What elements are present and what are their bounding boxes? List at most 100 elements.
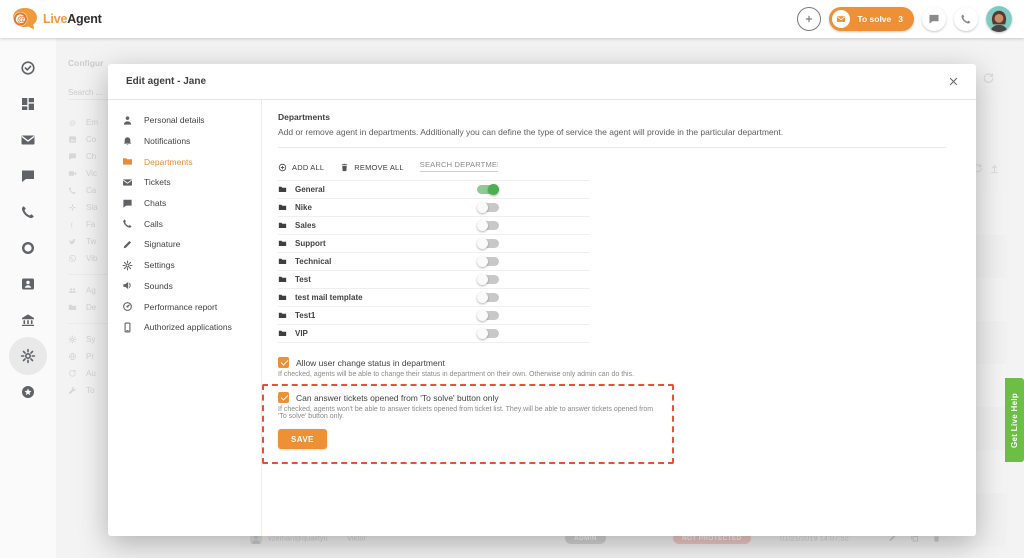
modal-menu-departments[interactable]: Departments xyxy=(108,151,261,172)
refresh-icon[interactable] xyxy=(982,72,995,85)
modal-menu-notifications[interactable]: Notifications xyxy=(108,131,261,152)
department-toggle[interactable] xyxy=(477,239,499,248)
allow-status-block: Allow user change status in department I… xyxy=(278,357,946,378)
folder-icon xyxy=(278,311,287,320)
modal-titlebar: Edit agent - Jane xyxy=(108,64,976,100)
department-toggle[interactable] xyxy=(477,329,499,338)
add-all-button[interactable]: ADD ALL xyxy=(278,163,324,172)
remove-all-button[interactable]: REMOVE ALL xyxy=(340,163,404,172)
rail-ring-button[interactable] xyxy=(15,236,41,260)
config-item-label: Vib xyxy=(86,254,97,263)
config-item-label: Sy xyxy=(86,335,95,344)
modal-menu-calls[interactable]: Calls xyxy=(108,213,261,234)
rail-envelope-button[interactable] xyxy=(15,128,41,152)
modal-menu-label: Notifications xyxy=(144,136,190,146)
department-name: Technical xyxy=(295,257,331,266)
modal-menu-authorized-applications[interactable]: Authorized applications xyxy=(108,317,261,338)
modal-menu-label: Personal details xyxy=(144,115,204,125)
speaker-icon xyxy=(122,280,133,291)
svg-text:@: @ xyxy=(69,120,76,127)
toggle-knob xyxy=(477,202,488,213)
modal-menu-label: Sounds xyxy=(144,281,173,291)
department-toggle[interactable] xyxy=(477,275,499,284)
get-live-help-button[interactable]: Get Live Help xyxy=(1005,378,1024,462)
rail-dashboard-button[interactable] xyxy=(15,92,41,116)
facebook-icon: f xyxy=(68,220,77,229)
department-toggle[interactable] xyxy=(477,311,499,320)
folder-icon xyxy=(278,275,287,284)
departments-list: GeneralNikeSalesSupportTechnicalTesttest… xyxy=(278,180,590,343)
modal-menu-personal-details[interactable]: Personal details xyxy=(108,110,261,131)
bell-icon xyxy=(122,136,133,147)
to-solve-only-checkbox-row[interactable]: Can answer tickets opened from 'To solve… xyxy=(278,392,662,403)
liveagent-logo-icon: @ xyxy=(12,7,38,31)
save-button[interactable]: SAVE xyxy=(278,429,327,449)
modal-menu-settings[interactable]: Settings xyxy=(108,255,261,276)
phone-icon xyxy=(20,204,36,220)
department-name: Support xyxy=(295,239,326,248)
allow-status-checkbox-row[interactable]: Allow user change status in department xyxy=(278,357,946,368)
envelope-icon xyxy=(832,10,850,28)
modal-menu-label: Signature xyxy=(144,239,180,249)
department-toggle[interactable] xyxy=(477,293,499,302)
config-item-label: To xyxy=(86,386,94,395)
folder-icon xyxy=(278,257,287,266)
rail-phone-button[interactable] xyxy=(15,200,41,224)
department-name: test mail template xyxy=(295,293,363,302)
department-row: Technical xyxy=(278,253,590,271)
config-item-label: Em xyxy=(86,118,98,127)
config-item-label: Ch xyxy=(86,152,96,161)
to-solve-button[interactable]: To solve 3 xyxy=(829,7,914,31)
config-item-label: Ca xyxy=(86,186,96,195)
config-item-label: Fa xyxy=(86,220,95,229)
rail-contact-card-button[interactable] xyxy=(15,272,41,296)
envelope-icon xyxy=(122,177,133,188)
rail-check-circle-button[interactable] xyxy=(15,56,41,80)
gear-icon xyxy=(68,335,77,344)
department-name: Nike xyxy=(295,203,312,212)
close-icon[interactable] xyxy=(944,73,962,91)
modal-menu-chats[interactable]: Chats xyxy=(108,193,261,214)
upload-icon[interactable] xyxy=(989,163,1000,174)
department-name: General xyxy=(295,185,325,194)
allow-status-label: Allow user change status in department xyxy=(296,358,445,368)
search-department-input[interactable] xyxy=(420,158,498,172)
brand-name: LiveAgent xyxy=(43,12,102,26)
top-header: @ LiveAgent To solve 3 xyxy=(0,0,1024,38)
department-row: VIP xyxy=(278,325,590,343)
config-item-label: Tw xyxy=(86,237,96,246)
modal-menu-performance-report[interactable]: Performance report xyxy=(108,296,261,317)
rail-star-circle-button[interactable] xyxy=(15,380,41,404)
folder-icon xyxy=(278,185,287,194)
rail-gear-button[interactable] xyxy=(15,344,41,368)
department-row: Support xyxy=(278,235,590,253)
checkbox-checked-icon[interactable] xyxy=(278,392,289,403)
config-item-label: Ag xyxy=(86,286,96,295)
section-description: Add or remove agent in departments. Addi… xyxy=(278,127,946,137)
section-divider xyxy=(278,147,946,148)
folder-icon xyxy=(278,293,287,302)
ring-icon xyxy=(20,240,36,256)
checkbox-checked-icon[interactable] xyxy=(278,357,289,368)
department-row: Test1 xyxy=(278,307,590,325)
department-toggle[interactable] xyxy=(477,203,499,212)
rail-chat-button[interactable] xyxy=(15,164,41,188)
add-new-button[interactable] xyxy=(797,7,821,31)
department-toggle[interactable] xyxy=(477,185,499,194)
folder-icon xyxy=(278,239,287,248)
departments-panel: Departments Add or remove agent in depar… xyxy=(262,100,976,536)
gauge-icon xyxy=(122,301,133,312)
brand-logo: @ LiveAgent xyxy=(12,7,102,31)
chats-button[interactable] xyxy=(922,7,946,31)
calls-button[interactable] xyxy=(954,7,978,31)
to-solve-count: 3 xyxy=(898,14,903,24)
modal-menu-tickets[interactable]: Tickets xyxy=(108,172,261,193)
modal-menu-sounds[interactable]: Sounds xyxy=(108,276,261,297)
toggle-knob xyxy=(477,274,488,285)
user-avatar[interactable] xyxy=(986,6,1012,32)
rail-bank-button[interactable] xyxy=(15,308,41,332)
department-toggle[interactable] xyxy=(477,257,499,266)
modal-menu-signature[interactable]: Signature xyxy=(108,234,261,255)
toggle-knob xyxy=(488,184,499,195)
department-toggle[interactable] xyxy=(477,221,499,230)
